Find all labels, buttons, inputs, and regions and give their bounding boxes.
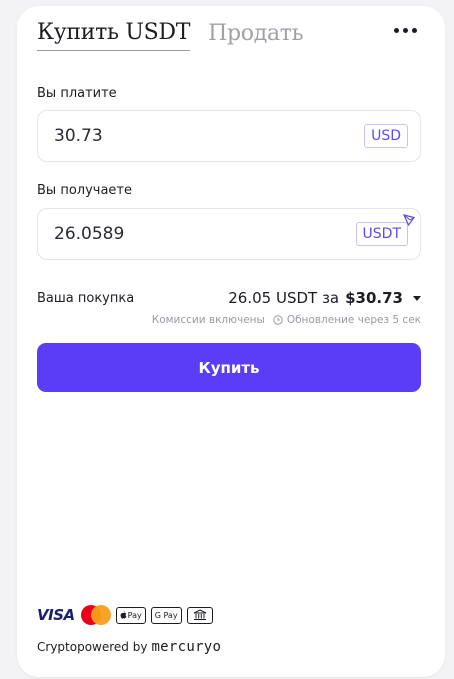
- more-menu-icon[interactable]: [394, 28, 417, 33]
- receive-label: Вы получаете: [37, 183, 132, 198]
- mastercard-logo: [80, 605, 111, 625]
- apple-pay-logo: Pay: [115, 606, 146, 624]
- fees-note: Комиссии включены: [151, 314, 265, 326]
- payment-methods: VISA Pay G Pay: [37, 605, 213, 625]
- tabs: Купить USDT Продать: [37, 20, 304, 51]
- powered-by: Cryptopowered by mercuryo: [37, 639, 221, 655]
- dot: [412, 28, 417, 33]
- google-pay-logo: G Pay: [150, 606, 182, 624]
- receive-currency-label: USDT: [362, 226, 401, 242]
- summary-price: $30.73: [345, 289, 403, 307]
- clock-icon: [273, 315, 283, 325]
- tab-buy[interactable]: Купить USDT: [37, 20, 190, 51]
- pay-amount-input[interactable]: 30.73: [54, 126, 103, 146]
- dot: [403, 28, 408, 33]
- dot: [394, 28, 399, 33]
- receive-amount-input[interactable]: 26.0589: [54, 224, 124, 244]
- mercuryo-logo[interactable]: mercuryo: [151, 639, 221, 655]
- summary-note: Комиссии включены Обновление через 5 сек: [152, 314, 421, 326]
- tab-sell[interactable]: Продать: [208, 21, 304, 51]
- exchange-widget: Купить USDT Продать Вы платите 30.73 USD…: [17, 6, 445, 677]
- pay-amount-field[interactable]: 30.73 USD: [37, 110, 421, 162]
- pay-label: Вы платите: [37, 86, 117, 101]
- pay-currency-select[interactable]: USD: [364, 124, 408, 148]
- summary-toggle[interactable]: 26.05 USDT за $30.73: [228, 289, 421, 307]
- summary-amount: 26.05 USDT за: [228, 289, 340, 307]
- powered-by-text: Cryptopowered by: [37, 640, 148, 654]
- tron-icon: [403, 214, 415, 226]
- bank-icon: [186, 606, 213, 624]
- buy-button[interactable]: Купить: [37, 343, 421, 392]
- receive-currency-select[interactable]: USDT: [355, 214, 415, 246]
- update-note: Обновление через 5 сек: [286, 314, 421, 326]
- receive-amount-field[interactable]: 26.0589 USDT: [37, 208, 421, 260]
- purchase-summary: Ваша покупка 26.05 USDT за $30.73: [37, 289, 421, 307]
- apple-pay-label: Pay: [127, 610, 142, 620]
- apple-icon: [120, 611, 127, 619]
- summary-label: Ваша покупка: [37, 290, 135, 306]
- visa-logo: VISA: [37, 606, 75, 624]
- chevron-down-icon: [413, 295, 421, 301]
